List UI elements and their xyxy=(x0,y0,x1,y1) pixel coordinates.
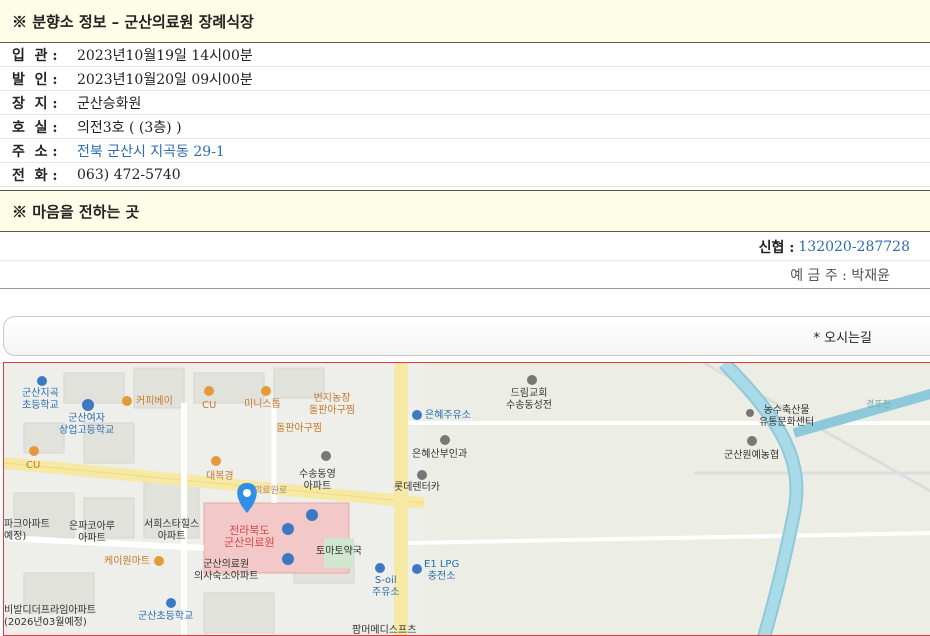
poi-label[interactable]: 은파코아루 아파트 xyxy=(69,521,115,545)
poi-label[interactable]: 커피베이 xyxy=(136,396,173,408)
info-row-room: 호 실 : 의전3호 ( (3층) ) xyxy=(0,115,930,139)
poi-label[interactable]: 군산원예농협 xyxy=(724,450,779,462)
info-value: 2023년10월20일 09시00분 xyxy=(77,71,253,88)
directions-label: * 오시는길 xyxy=(813,330,872,346)
account-holder-row: 예 금 주 : 박재윤 xyxy=(0,262,930,289)
account-holder: 예 금 주 : 박재윤 xyxy=(790,268,890,284)
condolence-header: ※ 마음을 전하는 곳 xyxy=(0,190,930,232)
poi-label[interactable]: 전라북도 군산의료원 xyxy=(224,525,275,549)
funeral-info-header: ※ 분향소 정보 – 군산의료원 장례식장 xyxy=(0,0,930,43)
donation-account-row: 신협 : 132020-287728 xyxy=(0,233,930,261)
info-value: 2023년10월19일 14시00분 xyxy=(77,47,253,64)
poi-label[interactable]: 토마토약국 xyxy=(316,546,362,558)
poi-label[interactable]: 미니스톱 xyxy=(244,399,281,411)
poi-label[interactable]: 군산여자 상업고등학교 xyxy=(59,413,114,437)
info-row-address: 주 소 : 전북 군산시 지곡동 29-1 xyxy=(0,139,930,163)
road-label: 의료원로 xyxy=(254,486,288,496)
poi-label[interactable]: 번지농장 돌판아구찜 xyxy=(309,393,355,417)
info-label: 주 소 : xyxy=(12,143,58,160)
poi-label[interactable]: 롯데렌터카 xyxy=(394,482,440,494)
poi-label[interactable]: 은혜산부인과 xyxy=(412,449,467,461)
poi-label[interactable]: 군산지곡 초등학교 xyxy=(22,388,59,412)
poi-label[interactable]: S-oil 주유소 xyxy=(372,575,400,599)
info-row-phone: 전 화 : 063) 472-5740 xyxy=(0,163,930,187)
poi-label[interactable]: 팜머메디스프츠 xyxy=(352,625,416,635)
info-row-departure: 발 인 : 2023년10월20일 09시00분 xyxy=(0,67,930,91)
poi-label[interactable]: 케이원마트 xyxy=(104,556,150,568)
info-label: 전 화 : xyxy=(12,167,58,184)
poi-label[interactable]: 농수축산물 유통문화센터 xyxy=(759,405,814,429)
poi-label[interactable]: CU xyxy=(202,400,216,412)
info-label: 발 인 : xyxy=(12,71,58,88)
poi-label[interactable]: 군산의료원 의사숙소아파트 xyxy=(194,559,258,583)
info-row-burial: 장 지 : 군산승화원 xyxy=(0,91,930,115)
poi-label[interactable]: 돌판아구찜 xyxy=(276,423,322,435)
poi-label[interactable]: 군산초등학교 xyxy=(138,611,193,623)
poi-label[interactable]: 비발디더프라임아파트 (2026년03월예정) xyxy=(4,605,96,629)
info-label: 호 실 : xyxy=(12,119,58,136)
info-row-encoffining: 입 관 : 2023년10월19일 14시00분 xyxy=(0,43,930,67)
poi-label[interactable]: 은혜주유소 xyxy=(425,410,471,422)
phone-number: 063) 472-5740 xyxy=(77,166,181,183)
poi-label[interactable]: E1 LPG 충전소 xyxy=(424,559,459,583)
info-value: 군산승화원 xyxy=(77,95,142,112)
poi-label[interactable]: 파크아파트 예정) xyxy=(4,519,50,543)
location-map[interactable]: 군산지곡 초등학교 군산여자 상업고등학교 커피베이 CU 미니스톱 번지농장 … xyxy=(3,362,930,636)
poi-label[interactable]: 서희스타힐스 아파트 xyxy=(144,519,199,543)
river-label: 경포천 xyxy=(866,400,891,410)
info-label: 장 지 : xyxy=(12,95,58,112)
funeral-info-title: ※ 분향소 정보 – 군산의료원 장례식장 xyxy=(12,12,254,31)
info-value: 의전3호 ( (3층) ) xyxy=(77,119,182,136)
poi-label[interactable]: 드림교회 수송동성전 xyxy=(506,388,552,412)
info-label: 입 관 : xyxy=(12,47,58,64)
account-number[interactable]: 132020-287728 xyxy=(798,239,910,255)
address-link[interactable]: 전북 군산시 지곡동 29-1 xyxy=(77,141,225,161)
bank-name: 신협 : xyxy=(758,239,795,256)
poi-label[interactable]: CU xyxy=(26,460,40,472)
poi-label[interactable]: 수송동영 아파트 xyxy=(299,469,336,493)
poi-label[interactable]: 대복경 xyxy=(206,471,234,483)
directions-bar[interactable]: * 오시는길 xyxy=(3,316,930,356)
condolence-title: ※ 마음을 전하는 곳 xyxy=(12,202,140,221)
